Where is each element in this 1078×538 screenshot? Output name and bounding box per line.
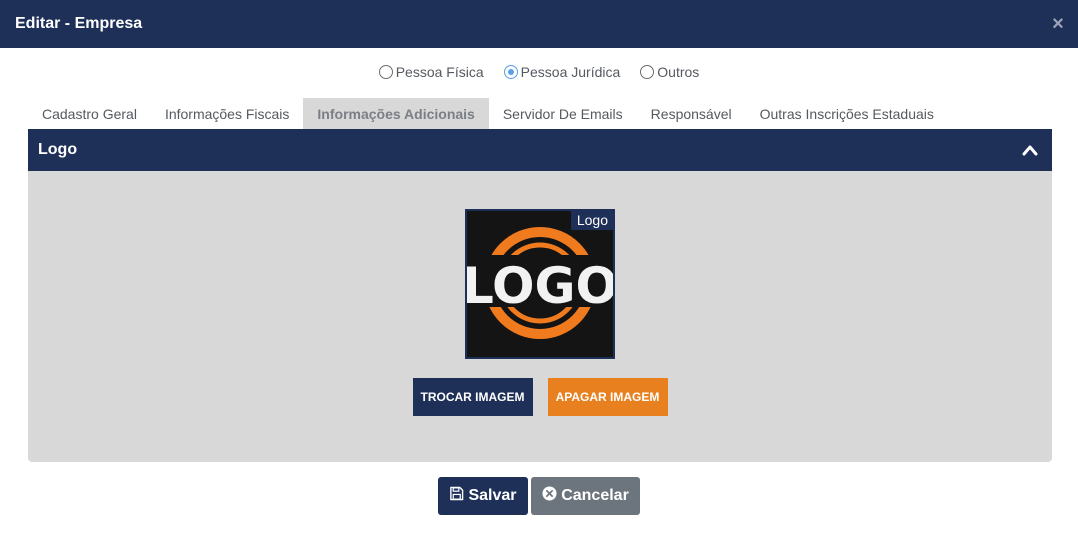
radio-button-checked[interactable]: [503, 65, 518, 79]
tab-servidor-de-emails[interactable]: Servidor De Emails: [489, 98, 637, 129]
radio-button[interactable]: [640, 65, 655, 79]
cancel-button[interactable]: Cancelar: [531, 477, 640, 515]
edit-company-modal: Editar - Empresa × Pessoa Física Pessoa …: [0, 0, 1078, 538]
tab-bar: Cadastro Geral Informações Fiscais Infor…: [28, 98, 948, 129]
panel-title: Logo: [38, 141, 78, 158]
modal-header: Editar - Empresa ×: [0, 0, 1078, 48]
logo-graphic: LOGO: [467, 211, 613, 357]
chevron-up-icon[interactable]: [1020, 140, 1040, 160]
radio-label: Pessoa Jurídica: [520, 64, 621, 80]
radio-outros[interactable]: Outros: [640, 64, 699, 80]
close-icon[interactable]: ×: [1048, 14, 1068, 34]
person-type-radio-group: Pessoa Física Pessoa Jurídica Outros: [0, 64, 1078, 80]
cancel-label: Cancelar: [561, 487, 629, 504]
modal-title: Editar - Empresa: [15, 15, 143, 32]
image-tag: Logo: [570, 211, 613, 230]
save-button[interactable]: Salvar: [438, 477, 528, 515]
modal-footer: Salvar Cancelar: [0, 477, 1078, 515]
tab-informacoes-adicionais[interactable]: Informações Adicionais: [303, 98, 489, 129]
tab-cadastro-geral[interactable]: Cadastro Geral: [28, 98, 151, 129]
radio-button[interactable]: [378, 65, 393, 79]
panel-header[interactable]: Logo: [28, 129, 1052, 171]
logo-text: LOGO: [467, 257, 613, 315]
image-actions: TROCAR IMAGEM APAGAR IMAGEM: [28, 378, 1052, 416]
radio-pessoa-fisica[interactable]: Pessoa Física: [378, 64, 484, 80]
logo-panel: Logo LOGO Logo TROCAR IMAGEM APAGAR IMAG…: [28, 129, 1052, 462]
logo-image: LOGO Logo: [465, 209, 615, 359]
radio-label: Pessoa Física: [395, 64, 484, 80]
cancel-circle-icon: [542, 486, 557, 506]
radio-pessoa-juridica[interactable]: Pessoa Jurídica: [503, 64, 621, 80]
delete-image-button[interactable]: APAGAR IMAGEM: [547, 378, 668, 416]
radio-label: Outros: [657, 64, 700, 80]
save-label: Salvar: [468, 487, 517, 504]
save-icon: [449, 486, 464, 506]
change-image-button[interactable]: TROCAR IMAGEM: [412, 378, 533, 416]
tab-responsavel[interactable]: Responsável: [637, 98, 746, 129]
tab-outras-inscricoes-estaduais[interactable]: Outras Inscrições Estaduais: [746, 98, 948, 129]
tab-informacoes-fiscais[interactable]: Informações Fiscais: [151, 98, 303, 129]
